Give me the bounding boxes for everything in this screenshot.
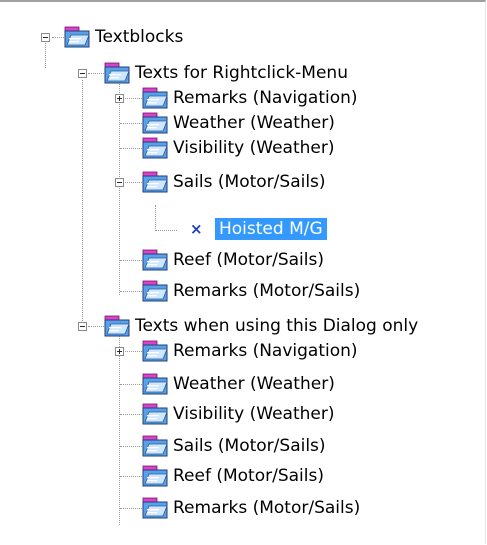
folder-icon (142, 497, 168, 519)
folder-icon (104, 315, 130, 337)
folder-icon (142, 249, 168, 271)
selected-leaf-label: Hoisted M/G (215, 218, 327, 240)
folder-icon (142, 87, 168, 109)
textblocks-tree[interactable]: Textblocks Texts for Rightclick-Menu Tex… (0, 0, 487, 545)
collapse-toggle[interactable] (41, 33, 50, 42)
tree-connector (120, 508, 142, 509)
x-icon: × (190, 220, 203, 238)
tree-connector (52, 37, 64, 38)
tree-connector (120, 260, 142, 261)
tree-leaf-node[interactable]: × Hoisted M/G (176, 218, 351, 242)
tree-connector (120, 384, 142, 385)
node-label: Textblocks (95, 27, 184, 47)
folder-icon (64, 26, 90, 48)
tree-connector (119, 333, 120, 525)
expand-toggle[interactable] (115, 94, 124, 103)
folder-icon (142, 403, 168, 425)
node-label: Sails (Motor/Sails) (173, 436, 326, 456)
tree-connector (120, 123, 142, 124)
node-label: Texts when using this Dialog only (135, 316, 419, 336)
node-label: Reef (Motor/Sails) (173, 466, 324, 486)
folder-icon (142, 280, 168, 302)
folder-icon (142, 137, 168, 159)
tree-connector (120, 414, 142, 415)
folder-icon (142, 373, 168, 395)
node-label: Texts for Rightclick-Menu (135, 63, 348, 83)
tree-connector (155, 205, 156, 231)
expand-toggle[interactable] (115, 347, 124, 356)
tree-connector (120, 291, 142, 292)
folder-icon (142, 465, 168, 487)
tree-connector (155, 230, 177, 231)
tree-connector (120, 148, 142, 149)
node-label: Weather (Weather) (173, 374, 335, 394)
tree-connector (82, 80, 83, 327)
node-label: Weather (Weather) (173, 113, 335, 133)
node-label: Reef (Motor/Sails) (173, 250, 324, 270)
tree-connector (119, 80, 120, 295)
node-label: Remarks (Navigation) (173, 341, 358, 361)
node-label: Remarks (Motor/Sails) (173, 498, 361, 518)
folder-icon (142, 112, 168, 134)
folder-icon (142, 171, 168, 193)
folder-icon (104, 62, 130, 84)
collapse-toggle[interactable] (78, 322, 87, 331)
tree-connector (88, 73, 104, 74)
node-label: Sails (Motor/Sails) (173, 172, 326, 192)
node-label: Remarks (Navigation) (173, 88, 358, 108)
node-label: Visibility (Weather) (173, 138, 335, 158)
node-label: Remarks (Motor/Sails) (173, 281, 361, 301)
tree-connector (120, 446, 142, 447)
folder-icon (142, 340, 168, 362)
folder-icon (142, 435, 168, 457)
collapse-toggle[interactable] (78, 69, 87, 78)
tree-connector (88, 326, 104, 327)
tree-connector (45, 38, 46, 68)
tree-connector (120, 476, 142, 477)
node-label: Visibility (Weather) (173, 404, 335, 424)
collapse-toggle[interactable] (115, 178, 124, 187)
